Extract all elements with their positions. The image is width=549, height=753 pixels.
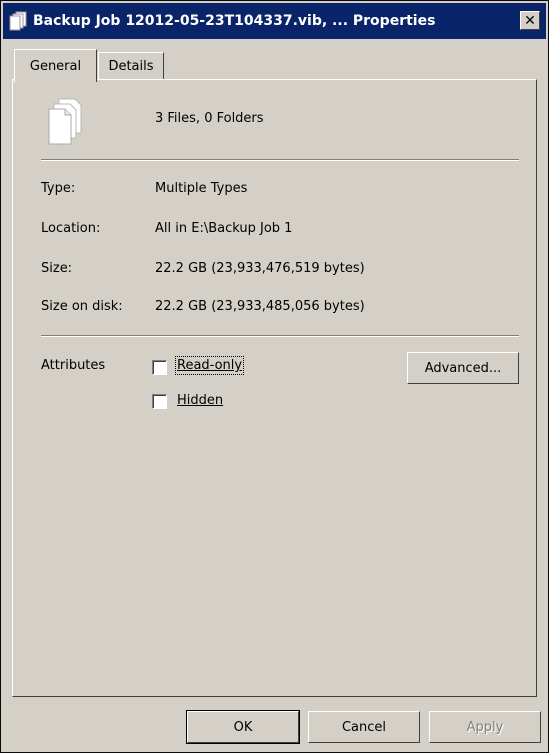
- size-on-disk-value: 22.2 GB (23,933,485,056 bytes): [155, 299, 365, 314]
- type-label: Type:: [41, 181, 76, 196]
- size-on-disk-label: Size on disk:: [41, 299, 123, 314]
- hidden-text: Hidden: [177, 393, 224, 408]
- separator: [41, 335, 519, 337]
- size-label: Size:: [41, 261, 73, 276]
- close-icon: ✕: [524, 12, 536, 29]
- close-button[interactable]: ✕: [520, 11, 540, 30]
- apply-button[interactable]: Apply: [429, 711, 541, 743]
- attributes-label: Attributes: [41, 358, 106, 373]
- location-value: All in E:\Backup Job 1: [155, 221, 293, 236]
- apply-button-label: Apply: [466, 719, 504, 735]
- size-value: 22.2 GB (23,933,476,519 bytes): [155, 261, 365, 276]
- title-bar[interactable]: Backup Job 12012-05-23T104337.vib, ... P…: [3, 3, 546, 39]
- read-only-text: Read-only: [177, 358, 243, 373]
- cancel-button-label: Cancel: [341, 719, 387, 735]
- separator: [41, 159, 519, 161]
- hidden-label[interactable]: Hidden: [177, 393, 223, 408]
- hidden-checkbox[interactable]: [152, 394, 167, 409]
- window-title: Backup Job 12012-05-23T104337.vib, ... P…: [33, 13, 436, 29]
- tab-details-label: Details: [108, 59, 154, 74]
- file-count-summary: 3 Files, 0 Folders: [155, 111, 264, 126]
- cancel-button[interactable]: Cancel: [308, 711, 420, 743]
- tab-general[interactable]: General: [14, 49, 97, 82]
- ok-button[interactable]: OK: [186, 710, 300, 744]
- general-panel: [12, 79, 537, 697]
- advanced-button[interactable]: Advanced...: [407, 352, 519, 384]
- advanced-button-label: Advanced...: [424, 360, 502, 376]
- type-value: Multiple Types: [155, 181, 248, 196]
- location-label: Location:: [41, 221, 101, 236]
- multiple-files-icon: [48, 98, 82, 145]
- multiple-files-icon: [9, 11, 27, 31]
- read-only-label[interactable]: Read-only: [174, 356, 245, 375]
- properties-dialog: Backup Job 12012-05-23T104337.vib, ... P…: [0, 0, 549, 753]
- read-only-checkbox[interactable]: [152, 360, 167, 375]
- tab-details[interactable]: Details: [98, 52, 164, 80]
- tab-general-label: General: [29, 58, 82, 74]
- ok-button-label: OK: [233, 719, 253, 735]
